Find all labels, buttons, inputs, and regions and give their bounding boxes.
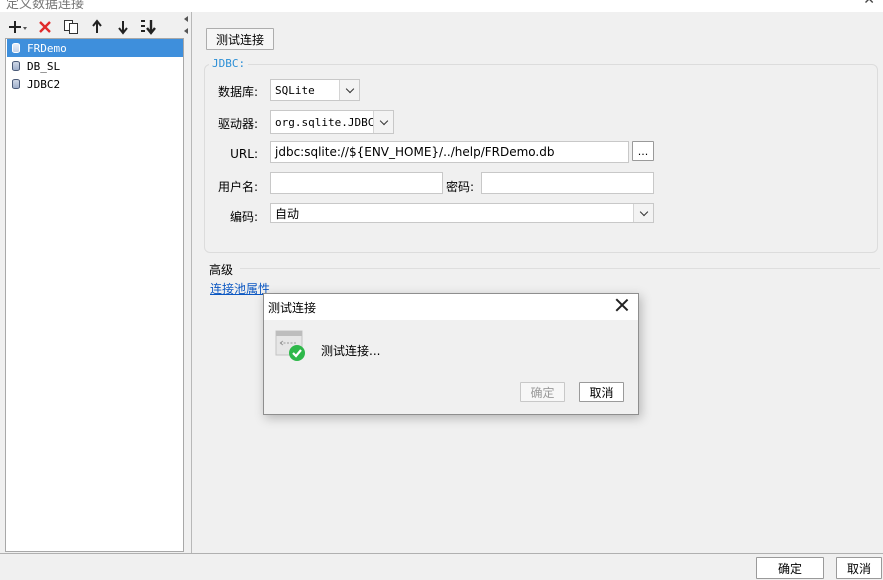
database-value: SQLite xyxy=(275,83,315,97)
footer-bar: 确定 取消 xyxy=(0,553,883,580)
delete-connection-button[interactable] xyxy=(34,17,56,37)
advanced-divider xyxy=(240,268,880,269)
dialog-titlebar: 测试连接 xyxy=(264,294,638,320)
password-input[interactable] xyxy=(481,172,654,194)
move-down-button[interactable] xyxy=(112,17,134,37)
chevron-down-icon[interactable] xyxy=(373,111,393,133)
plus-dropdown-icon xyxy=(9,21,27,33)
close-icon[interactable] xyxy=(614,297,630,313)
driver-label: 驱动器: xyxy=(217,117,258,131)
encoding-value: 自动 xyxy=(275,206,300,221)
chevron-down-icon[interactable] xyxy=(339,80,359,100)
add-connection-button[interactable] xyxy=(8,17,30,37)
jdbc-group-title: JDBC: xyxy=(209,57,249,70)
sort-button[interactable] xyxy=(138,17,160,37)
move-down-icon xyxy=(118,21,128,35)
test-connection-button[interactable]: 测试连接 xyxy=(206,28,274,50)
driver-select[interactable]: org.sqlite.JDBC xyxy=(270,110,394,134)
window-titlebar: 定义数据连接 ✕ xyxy=(0,0,883,12)
dialog-message: 测试连接... xyxy=(321,344,381,358)
collapse-panel-handle[interactable] xyxy=(184,14,190,44)
copy-icon xyxy=(64,20,78,34)
connection-label: JDBC2 xyxy=(27,77,61,91)
connection-config-panel: 测试连接 JDBC: 数据库: SQLite 驱动器: org.sqlite.J… xyxy=(191,12,883,553)
connection-tree: FRDemo DB_SL JDBC2 xyxy=(5,38,184,552)
database-icon xyxy=(12,43,20,53)
ok-button[interactable]: 确定 xyxy=(756,557,824,579)
sort-icon xyxy=(141,20,156,35)
window-title: 定义数据连接 xyxy=(6,0,85,12)
database-icon xyxy=(12,61,20,71)
test-connection-dialog: 测试连接 测试连接... 确定 取消 xyxy=(263,293,639,415)
connection-item-db-sl[interactable]: DB_SL xyxy=(7,57,183,75)
url-label: URL: xyxy=(230,147,258,161)
connection-list-panel: FRDemo DB_SL JDBC2 xyxy=(0,12,190,553)
dialog-cancel-button[interactable]: 取消 xyxy=(579,382,624,402)
dialog-title: 测试连接 xyxy=(268,301,317,315)
advanced-section-label: 高级 xyxy=(209,263,234,277)
connection-toolbar xyxy=(8,16,160,38)
encoding-label: 编码: xyxy=(229,210,258,224)
move-up-icon xyxy=(92,19,102,33)
connection-item-jdbc2[interactable]: JDBC2 xyxy=(7,75,183,93)
database-label: 数据库: xyxy=(217,85,258,99)
cancel-button[interactable]: 取消 xyxy=(836,557,882,579)
delete-x-icon xyxy=(39,21,51,33)
database-icon xyxy=(12,79,20,89)
connection-label: DB_SL xyxy=(27,59,61,73)
username-input[interactable] xyxy=(270,172,443,194)
database-select[interactable]: SQLite xyxy=(270,79,360,101)
chevron-down-icon[interactable] xyxy=(633,204,653,222)
url-browse-button[interactable]: ... xyxy=(632,141,654,161)
url-input[interactable]: jdbc:sqlite://${ENV_HOME}/../help/FRDemo… xyxy=(270,141,629,163)
username-label: 用户名: xyxy=(217,180,258,194)
move-up-button[interactable] xyxy=(86,17,108,37)
dialog-ok-button[interactable]: 确定 xyxy=(520,382,565,402)
window-close-icon[interactable]: ✕ xyxy=(863,0,875,8)
driver-value: org.sqlite.JDBC xyxy=(275,115,375,129)
password-label: 密码: xyxy=(446,180,475,194)
connection-success-icon xyxy=(275,330,305,361)
connection-label: FRDemo xyxy=(27,41,67,55)
connection-item-frdemo[interactable]: FRDemo xyxy=(7,39,183,57)
encoding-select[interactable]: 自动 xyxy=(270,203,654,223)
connection-pool-link[interactable]: 连接池属性 xyxy=(210,280,270,297)
copy-connection-button[interactable] xyxy=(60,17,82,37)
